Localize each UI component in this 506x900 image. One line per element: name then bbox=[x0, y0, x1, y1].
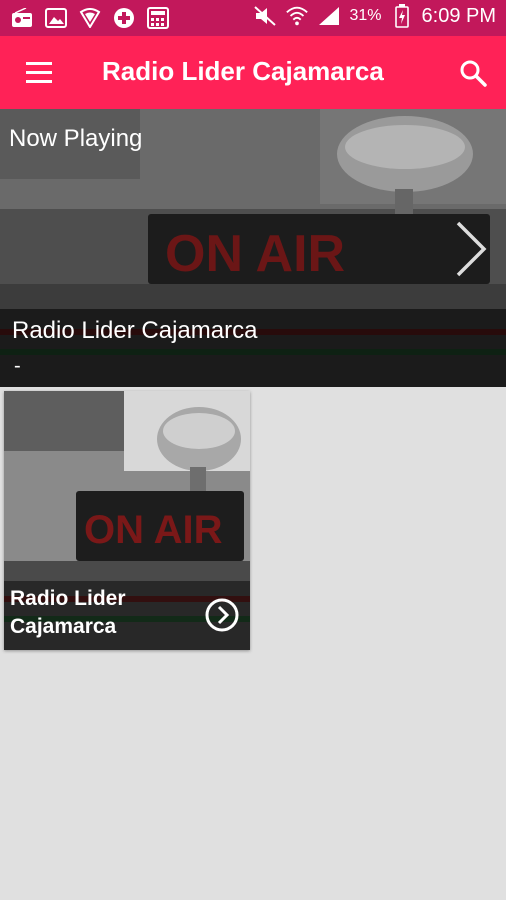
image-icon bbox=[44, 6, 68, 30]
shield-icon bbox=[78, 6, 102, 30]
battery-percentage: 31% bbox=[349, 7, 382, 24]
now-playing-info: Radio Lider Cajamarca - bbox=[0, 309, 506, 387]
search-icon[interactable] bbox=[458, 58, 488, 88]
mute-icon bbox=[253, 4, 277, 28]
system-status: 31% 6:09 PM bbox=[253, 4, 496, 28]
now-playing-subtitle: - bbox=[14, 355, 21, 377]
play-arrow-icon[interactable] bbox=[204, 597, 240, 633]
station-name: Radio Lider Cajamarca bbox=[10, 587, 126, 638]
menu-icon[interactable] bbox=[24, 58, 56, 88]
radio-icon bbox=[10, 6, 34, 30]
chevron-right-icon[interactable] bbox=[454, 219, 488, 279]
clock: 6:09 PM bbox=[421, 4, 496, 27]
page-title: Radio Lider Cajamarca bbox=[102, 56, 384, 86]
battery-icon bbox=[390, 4, 414, 28]
now-playing-station: Radio Lider Cajamarca bbox=[12, 317, 258, 344]
wifi-icon bbox=[285, 4, 309, 28]
status-bar: 31% 6:09 PM bbox=[0, 0, 506, 36]
medical-cross-icon bbox=[112, 6, 136, 30]
station-card[interactable]: ON AIR Radio Lider Cajamarca bbox=[4, 391, 250, 650]
app-toolbar: Radio Lider Cajamarca bbox=[0, 36, 506, 109]
now-playing-banner[interactable]: ON AIR Now Playing Radio Lider Cajamarca… bbox=[0, 109, 506, 387]
signal-icon bbox=[317, 4, 341, 28]
notification-icons bbox=[10, 6, 170, 30]
card-on-air-text: ON AIR bbox=[84, 508, 223, 552]
calculator-icon bbox=[146, 6, 170, 30]
now-playing-label: Now Playing bbox=[9, 125, 143, 152]
on-air-sign-text: ON AIR bbox=[165, 225, 345, 283]
station-card-info: Radio Lider Cajamarca bbox=[4, 581, 250, 650]
